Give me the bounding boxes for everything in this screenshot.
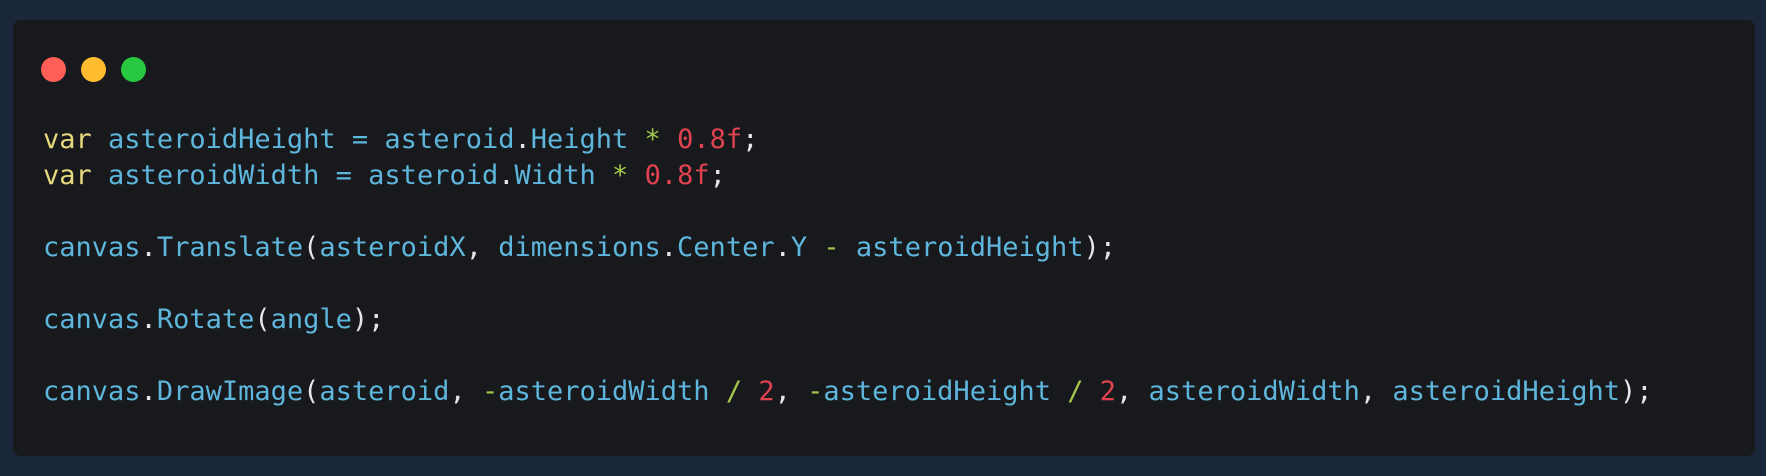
code-token-identifier: Rotate — [156, 304, 255, 335]
code-token-identifier: asteroidWidth — [498, 376, 710, 407]
code-token-punct — [710, 376, 726, 407]
code-token-number: 2 — [758, 376, 775, 407]
code-token-punct — [92, 124, 108, 155]
code-token-punct — [807, 232, 823, 263]
code-token-identifier: dimensions — [498, 232, 661, 263]
code-line: canvas.Rotate(angle); — [43, 302, 1652, 338]
code-token-identifier: Y — [790, 232, 808, 263]
code-token-punct — [368, 124, 384, 155]
code-token-identifier: DrawImage — [156, 376, 304, 407]
code-token-punct: . — [140, 232, 157, 263]
code-token-number: 2 — [1099, 376, 1117, 407]
code-token-punct — [1051, 376, 1067, 407]
code-token-identifier: asteroid — [319, 376, 450, 407]
code-token-identifier: angle — [270, 304, 352, 335]
code-token-punct: ); — [1619, 376, 1653, 407]
code-token-identifier: asteroidHeight — [855, 232, 1084, 263]
code-token-punct — [319, 160, 335, 191]
code-token-identifier: canvas — [43, 304, 141, 335]
code-block: var asteroidHeight = asteroid.Height * 0… — [43, 122, 1652, 410]
code-token-operator: / — [725, 376, 743, 407]
code-token-operator: - — [823, 232, 840, 263]
code-token-punct: , — [465, 232, 499, 263]
code-token-identifier: asteroid — [368, 160, 499, 191]
code-token-punct: ; — [709, 160, 726, 191]
code-token-punct — [661, 124, 677, 155]
code-token-identifier: canvas — [43, 376, 141, 407]
maximize-button[interactable] — [121, 57, 146, 82]
minimize-button[interactable] — [81, 57, 106, 82]
code-token-keyword: var — [43, 124, 92, 155]
code-token-punct — [742, 376, 758, 407]
code-token-punct: ( — [303, 232, 320, 263]
code-token-punct: . — [774, 232, 791, 263]
code-token-punct: . — [498, 160, 515, 191]
code-token-number: 0.8f — [644, 160, 710, 191]
code-token-operator: - — [481, 376, 499, 407]
code-token-identifier: asteroidX — [319, 232, 466, 263]
code-token-operator: - — [807, 376, 824, 407]
code-line: var asteroidWidth = asteroid.Width * 0.8… — [43, 158, 1652, 194]
code-token-number: 0.8f — [677, 124, 743, 155]
code-token-operator: / — [1067, 376, 1084, 407]
code-token-punct — [92, 160, 108, 191]
code-token-identifier: asteroidWidth — [1148, 376, 1360, 407]
code-token-identifier: Width — [514, 160, 596, 191]
code-token-operator: * — [644, 124, 661, 155]
code-token-identifier: Height — [530, 124, 629, 155]
code-token-punct — [336, 124, 352, 155]
code-token-identifier: asteroid — [384, 124, 515, 155]
code-token-punct — [628, 160, 644, 191]
code-token-punct: . — [660, 232, 678, 263]
code-token-identifier: Center — [677, 232, 775, 263]
code-token-punct — [840, 232, 856, 263]
code-token-identifier: Translate — [156, 232, 304, 263]
code-token-punct: , — [1359, 376, 1393, 407]
code-token-punct: ( — [254, 304, 271, 335]
code-token-operator: * — [612, 160, 629, 191]
code-token-identifier: = — [351, 124, 369, 155]
close-button[interactable] — [41, 57, 66, 82]
code-token-punct: , — [449, 376, 482, 407]
code-window: var asteroidHeight = asteroid.Height * 0… — [13, 20, 1755, 456]
code-token-identifier: = — [335, 160, 352, 191]
code-token-identifier: asteroidHeight — [1392, 376, 1620, 407]
code-token-punct — [596, 160, 612, 191]
code-token-identifier: asteroidHeight — [108, 124, 336, 155]
window-controls — [41, 57, 146, 82]
code-token-punct: . — [514, 124, 531, 155]
code-token-punct: , — [1116, 376, 1149, 407]
code-token-punct: ; — [742, 124, 759, 155]
code-token-punct: . — [140, 304, 157, 335]
code-token-punct — [1084, 376, 1100, 407]
code-token-punct: ); — [1083, 232, 1117, 263]
code-line: var asteroidHeight = asteroid.Height * 0… — [43, 122, 1652, 158]
code-line: canvas.DrawImage(asteroid, -asteroidWidt… — [43, 374, 1652, 410]
code-token-punct: ( — [303, 376, 320, 407]
code-token-identifier: canvas — [43, 232, 141, 263]
code-token-punct: . — [140, 376, 157, 407]
code-line: canvas.Translate(asteroidX, dimensions.C… — [43, 230, 1652, 266]
code-token-punct: ); — [351, 304, 385, 335]
code-token-punct — [628, 124, 644, 155]
code-token-punct: , — [774, 376, 808, 407]
code-token-identifier: asteroidWidth — [108, 160, 320, 191]
code-token-identifier: asteroidHeight — [823, 376, 1051, 407]
code-token-keyword: var — [43, 160, 92, 191]
code-token-punct — [352, 160, 368, 191]
